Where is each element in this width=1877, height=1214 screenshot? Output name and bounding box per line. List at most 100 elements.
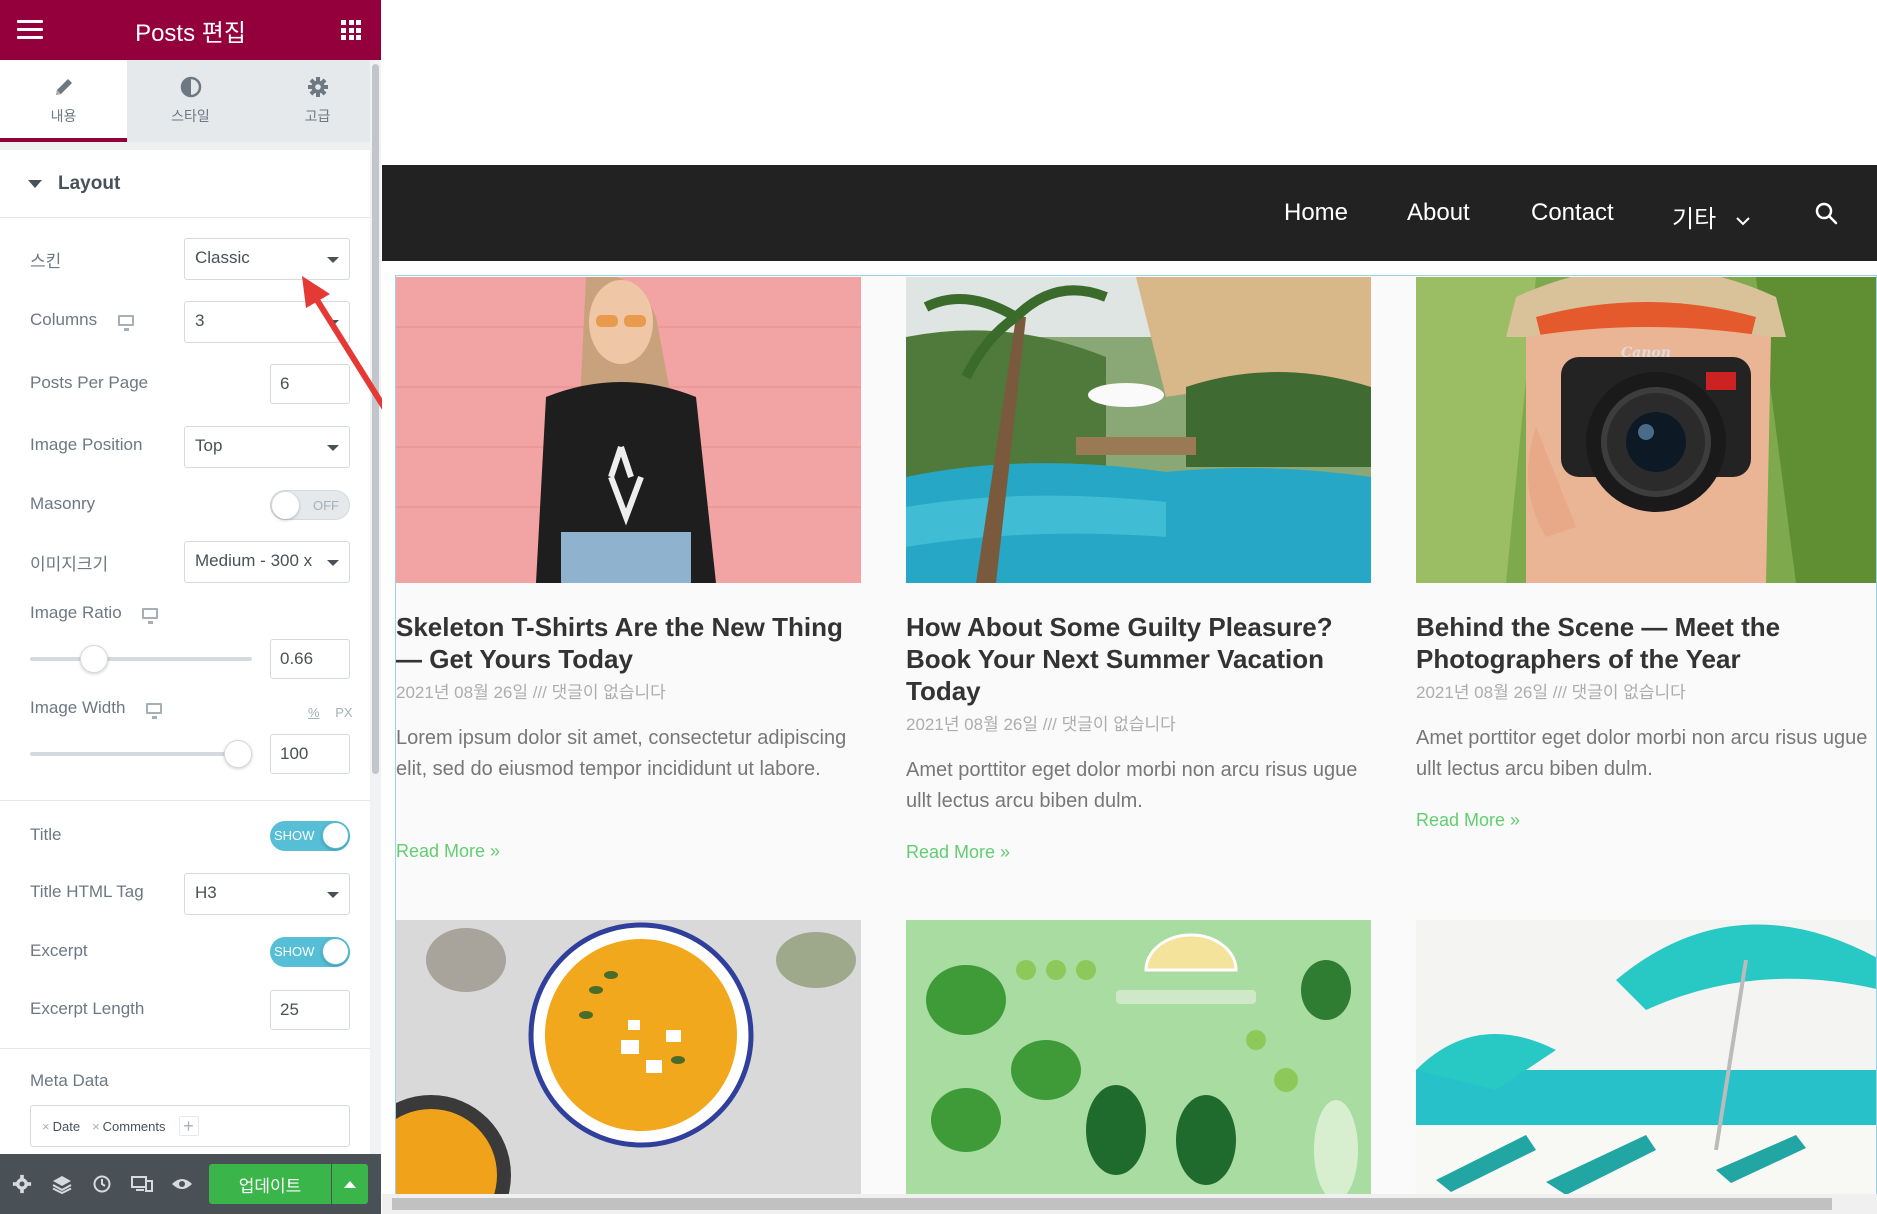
post-title[interactable]: How About Some Guilty Pleasure? Book You…	[906, 611, 1371, 707]
post-card: How About Some Guilty Pleasure? Book You…	[906, 276, 1371, 896]
nav-about[interactable]: About	[1407, 199, 1470, 227]
add-tag-button[interactable]: +	[178, 1116, 199, 1136]
scrollbar-thumb[interactable]	[392, 1198, 1832, 1210]
unit-switcher: % PX	[308, 705, 353, 720]
post-title[interactable]: Behind the Scene — Meet the Photographer…	[1416, 611, 1876, 675]
toggle-knob	[322, 822, 349, 849]
tab-content[interactable]: 내용	[0, 60, 127, 142]
site-navbar: Home About Contact 기타	[382, 165, 1877, 261]
post-image	[396, 920, 861, 1194]
post-thumbnail[interactable]	[906, 920, 1371, 1194]
meta-tag-date: × Date	[39, 1117, 83, 1136]
desktop-icon[interactable]	[117, 315, 134, 332]
read-more-link[interactable]: Read More »	[906, 842, 1010, 863]
image-position-select[interactable]: Top	[184, 426, 350, 468]
nav-more[interactable]: 기타	[1672, 199, 1751, 234]
post-thumbnail[interactable]	[1416, 920, 1876, 1194]
divider	[0, 1048, 370, 1049]
toggle-knob	[272, 492, 299, 519]
post-thumbnail[interactable]	[396, 277, 861, 583]
excerpt-toggle[interactable]: SHOW	[270, 937, 350, 967]
search-icon[interactable]	[1814, 201, 1838, 225]
skin-value: Classic	[195, 248, 250, 267]
caret-up-icon	[344, 1180, 356, 1188]
title-html-tag-select[interactable]: H3	[184, 873, 350, 915]
update-button[interactable]: 업데이트	[209, 1164, 331, 1204]
caret-down-icon	[28, 179, 42, 188]
scrollbar-thumb[interactable]	[372, 64, 379, 774]
unit-px[interactable]: PX	[335, 705, 352, 720]
nav-home[interactable]: Home	[1284, 199, 1348, 227]
image-ratio-slider[interactable]	[30, 645, 252, 673]
post-meta: 2021년 08월 26일 /// 댓글이 없습니다	[396, 683, 666, 702]
image-width-input[interactable]: 100	[270, 734, 350, 774]
panel-scrollbar[interactable]	[370, 60, 381, 1154]
post-image	[906, 920, 1371, 1194]
tab-advanced[interactable]: 고급	[254, 60, 381, 142]
pencil-icon	[55, 79, 72, 95]
eye-icon[interactable]	[162, 1154, 202, 1214]
image-ratio-label: Image Ratio	[30, 603, 159, 625]
post-excerpt: Amet porttitor eget dolor morbi non arcu…	[1416, 727, 1868, 780]
responsive-icon[interactable]	[122, 1154, 162, 1214]
meta-tag-label: Date	[52, 1118, 81, 1134]
remove-tag-icon[interactable]: ×	[42, 1119, 50, 1134]
nav-contact[interactable]: Contact	[1531, 199, 1614, 227]
slider-handle[interactable]	[224, 740, 252, 768]
post-thumbnail[interactable]: Canon	[1416, 277, 1876, 583]
columns-label: Columns	[30, 310, 134, 332]
panel-footer: 업데이트	[0, 1154, 381, 1214]
desktop-icon[interactable]	[146, 703, 163, 720]
image-width-slider[interactable]	[30, 740, 252, 768]
image-ratio-input[interactable]: 0.66	[270, 639, 350, 679]
image-size-select[interactable]: Medium - 300 x	[184, 541, 350, 583]
columns-select[interactable]: 3	[184, 301, 350, 343]
meta-data-select[interactable]: × Date × Comments +	[30, 1105, 350, 1147]
skin-select[interactable]: Classic	[184, 238, 350, 280]
post-image	[1416, 920, 1876, 1194]
half-circle-icon	[180, 76, 201, 98]
panel-tabs: 내용 스타일 고급	[0, 60, 381, 142]
history-icon[interactable]	[82, 1154, 122, 1214]
image-width-label-text: Image Width	[30, 698, 126, 717]
layers-icon[interactable]	[42, 1154, 82, 1214]
excerpt-length-input[interactable]: 25	[270, 990, 350, 1030]
dropdown-arrow-icon	[327, 445, 339, 451]
post-image: Canon	[1416, 277, 1876, 583]
image-size-label: 이미지크기	[30, 555, 109, 574]
desktop-icon[interactable]	[142, 608, 159, 625]
unit-percent[interactable]: %	[308, 705, 320, 720]
post-card: Canon Behind the Scene — Meet the Photog…	[1416, 276, 1876, 896]
hamburger-menu-icon[interactable]	[17, 20, 43, 40]
posts-per-page-input[interactable]: 6	[270, 364, 350, 404]
title-html-tag-value: H3	[195, 883, 217, 902]
divider	[0, 800, 370, 801]
read-more-link[interactable]: Read More »	[396, 841, 500, 862]
post-excerpt: Lorem ipsum dolor sit amet, consectetur …	[396, 727, 847, 780]
slider-handle[interactable]	[80, 645, 109, 673]
settings-icon[interactable]	[2, 1154, 42, 1214]
title-html-tag-label: Title HTML Tag	[30, 882, 144, 901]
panel-controls: Layout 스킨 Classic Columns 3 Posts Per Pa…	[0, 142, 370, 1154]
dropdown-arrow-icon	[327, 320, 339, 326]
image-width-label: Image Width	[30, 698, 163, 720]
section-layout-header[interactable]: Layout	[0, 142, 370, 218]
chevron-down-icon	[1736, 217, 1750, 226]
horizontal-scrollbar[interactable]	[382, 1194, 1877, 1214]
panel-title: Posts 편집	[135, 19, 246, 47]
meta-data-label: Meta Data	[30, 1071, 109, 1090]
panel-header: Posts 편집	[0, 0, 381, 60]
tab-style[interactable]: 스타일	[127, 60, 254, 142]
widgets-grid-icon[interactable]	[341, 20, 361, 40]
post-thumbnail[interactable]	[906, 277, 1371, 583]
masonry-toggle[interactable]: OFF	[270, 490, 350, 520]
post-title[interactable]: Skeleton T-Shirts Are the New Thing — Ge…	[396, 611, 861, 675]
remove-tag-icon[interactable]: ×	[92, 1119, 100, 1134]
tab-content-label: 내용	[50, 109, 77, 125]
update-options-button[interactable]	[332, 1164, 368, 1204]
post-thumbnail[interactable]	[396, 920, 861, 1194]
title-toggle[interactable]: SHOW	[270, 821, 350, 851]
read-more-link[interactable]: Read More »	[1416, 810, 1520, 831]
toggle-knob	[322, 938, 349, 965]
image-position-value: Top	[195, 436, 223, 455]
